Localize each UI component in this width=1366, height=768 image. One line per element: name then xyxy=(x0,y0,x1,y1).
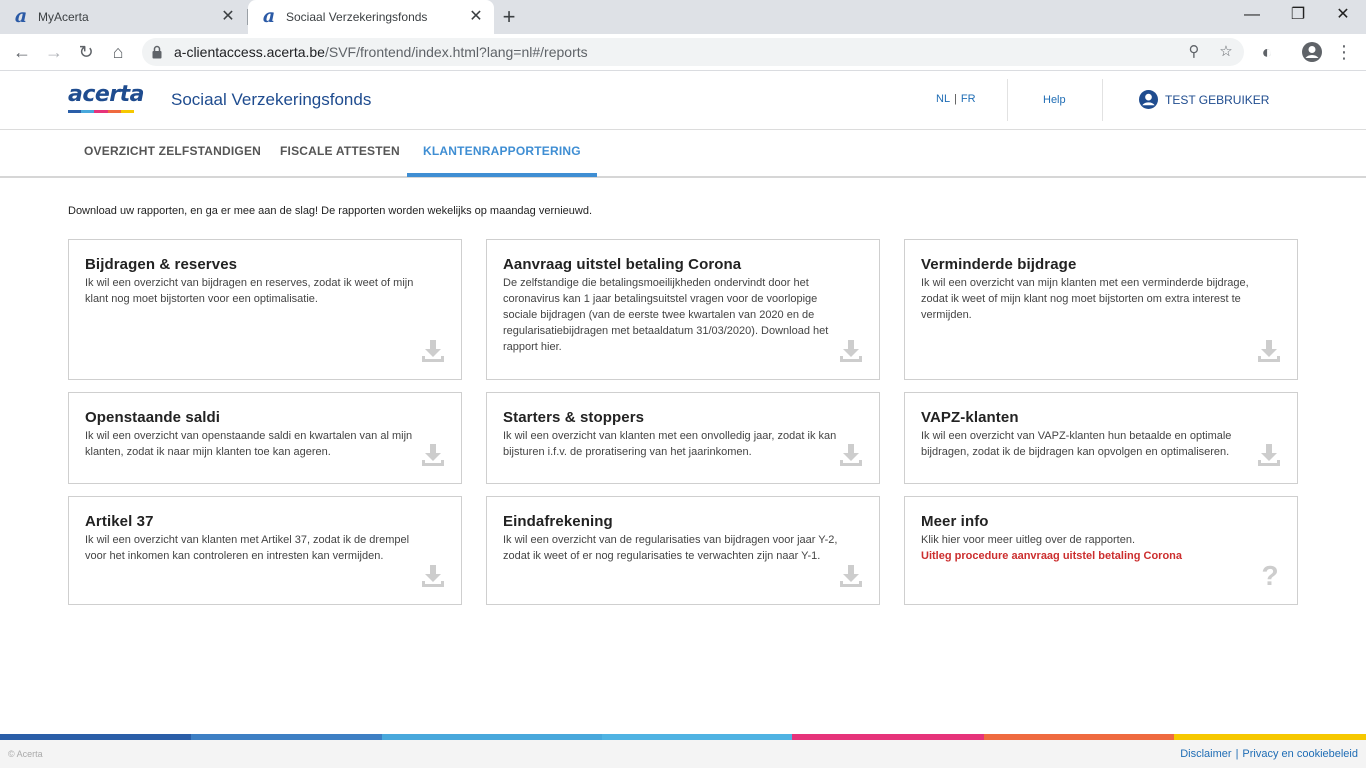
card-text: Ik wil een overzicht van mijn klanten me… xyxy=(921,277,1249,321)
browser-tab-title: MyAcerta xyxy=(38,10,89,24)
card-title: Aanvraag uitstel betaling Corona xyxy=(503,256,742,273)
card-text: Ik wil een overzicht van VAPZ-klanten hu… xyxy=(921,430,1232,458)
download-icon[interactable] xyxy=(1257,443,1281,467)
tab-overzicht-zelfstandigen[interactable]: OVERZICHT ZELFSTANDIGEN xyxy=(68,130,277,177)
url-text: a-clientaccess.acerta.be/SVF/frontend/in… xyxy=(174,44,588,60)
header-divider xyxy=(1007,79,1008,121)
download-icon[interactable] xyxy=(839,564,863,588)
intro-text: Download uw rapporten, en ga er mee aan … xyxy=(68,205,593,217)
tab-klantenrapportering[interactable]: KLANTENRAPPORTERING xyxy=(407,130,597,177)
privacy-link[interactable]: Privacy en cookiebeleid xyxy=(1242,748,1358,760)
help-link[interactable]: Help xyxy=(1043,94,1066,106)
report-card-artikel-37[interactable]: Artikel 37 Ik wil een overzicht van klan… xyxy=(68,496,462,605)
card-text: Ik wil een overzicht van de regularisati… xyxy=(503,534,838,562)
card-title: Artikel 37 xyxy=(85,513,154,530)
lang-nl-link[interactable]: NL xyxy=(936,93,950,105)
restore-icon[interactable]: ❐ xyxy=(1275,0,1321,30)
download-icon[interactable] xyxy=(839,339,863,363)
download-icon[interactable] xyxy=(421,339,445,363)
menu-kebab-icon[interactable]: ⋮ xyxy=(1330,38,1358,66)
card-title: Openstaande saldi xyxy=(85,409,221,426)
main-tabs: OVERZICHT ZELFSTANDIGEN FISCALE ATTESTEN… xyxy=(0,130,1366,178)
close-tab-icon[interactable]: ✕ xyxy=(216,5,240,29)
card-title: Starters & stoppers xyxy=(503,409,645,426)
lock-icon xyxy=(152,45,162,59)
card-text: Ik wil een overzicht van klanten met Art… xyxy=(85,534,410,562)
card-text: De zelfstandige die betalingsmoeilijkhed… xyxy=(503,277,829,353)
page-title: Sociaal Verzekeringsfonds xyxy=(171,90,372,109)
card-text: Klik hier voor meer uitleg over de rappo… xyxy=(921,534,1135,546)
acerta-logo[interactable]: acerta xyxy=(68,82,145,113)
report-card-vapz-klanten[interactable]: VAPZ-klanten Ik wil een overzicht van VA… xyxy=(904,392,1298,484)
reload-icon[interactable]: ↻ xyxy=(72,38,100,66)
close-tab-icon[interactable]: ✕ xyxy=(464,5,488,29)
info-card-meer-info: Meer info Klik hier voor meer uitleg ove… xyxy=(904,496,1298,605)
card-title: Bijdragen & reserves xyxy=(85,256,238,273)
user-name: TEST GEBRUIKER xyxy=(1165,92,1270,107)
copyright: © Acerta xyxy=(8,749,43,759)
report-card-verminderde-bijdrage[interactable]: Verminderde bijdrage Ik wil een overzich… xyxy=(904,239,1298,380)
acerta-a-icon: a xyxy=(14,5,28,27)
forward-icon[interactable]: → xyxy=(40,38,68,66)
user-menu[interactable]: TEST GEBRUIKER xyxy=(1139,90,1269,109)
lang-separator: | xyxy=(954,93,957,105)
download-icon[interactable] xyxy=(421,564,445,588)
report-card-openstaande-saldi[interactable]: Openstaande saldi Ik wil een overzicht v… xyxy=(68,392,462,484)
card-title: Meer info xyxy=(921,513,989,530)
download-icon[interactable] xyxy=(839,443,863,467)
minimize-icon[interactable]: — xyxy=(1229,0,1275,30)
report-card-uitstel-corona[interactable]: Aanvraag uitstel betaling Corona De zelf… xyxy=(486,239,880,380)
browser-tab-svf[interactable]: a Sociaal Verzekeringsfonds ✕ xyxy=(248,0,494,34)
header-divider xyxy=(1102,79,1103,121)
download-icon[interactable] xyxy=(421,443,445,467)
extension-icon[interactable]: ◐ xyxy=(1253,38,1281,66)
corona-procedure-link[interactable]: Uitleg procedure aanvraag uitstel betali… xyxy=(921,548,1257,564)
lang-fr-link[interactable]: FR xyxy=(961,93,976,105)
app-header: acerta Sociaal Verzekeringsfonds NL | FR H… xyxy=(0,71,1366,130)
new-tab-icon[interactable]: + xyxy=(496,5,522,29)
report-card-eindafrekening[interactable]: Eindafrekening Ik wil een overzicht van … xyxy=(486,496,880,605)
zoom-icon[interactable]: ⚲ xyxy=(1184,42,1204,62)
browser-tab-myacerta[interactable]: a MyAcerta ✕ xyxy=(0,0,246,34)
profile-icon[interactable] xyxy=(1302,42,1322,62)
home-icon[interactable]: ⌂ xyxy=(104,38,132,66)
download-icon[interactable] xyxy=(1257,339,1281,363)
report-card-starters-stoppers[interactable]: Starters & stoppers Ik wil een overzicht… xyxy=(486,392,880,484)
disclaimer-link[interactable]: Disclaimer xyxy=(1180,748,1231,760)
footer-links: Disclaimer | Privacy en cookiebeleid xyxy=(1180,748,1358,760)
footer: © Acerta Disclaimer | Privacy en cookiebel… xyxy=(0,740,1366,768)
close-window-icon[interactable]: ✕ xyxy=(1320,0,1366,30)
card-title: Verminderde bijdrage xyxy=(921,256,1077,273)
card-text: Ik wil een overzicht van bijdragen en re… xyxy=(85,277,414,305)
address-bar: ← → ↻ ⌂ a-clientaccess.acerta.be/SVF/fro… xyxy=(0,34,1366,71)
language-switch: NL | FR xyxy=(936,93,976,105)
back-icon[interactable]: ← xyxy=(8,38,36,66)
acerta-a-icon: a xyxy=(262,5,276,27)
report-card-bijdragen-reserves[interactable]: Bijdragen & reserves Ik wil een overzich… xyxy=(68,239,462,380)
footer-separator: | xyxy=(1235,748,1239,760)
browser-tab-title: Sociaal Verzekeringsfonds xyxy=(286,10,428,24)
browser-tab-bar: a MyAcerta ✕ a Sociaal Verzekeringsfonds… xyxy=(0,0,1366,34)
card-title: VAPZ-klanten xyxy=(921,409,1019,426)
url-input[interactable]: a-clientaccess.acerta.be/SVF/frontend/in… xyxy=(142,38,1244,66)
card-title: Eindafrekening xyxy=(503,513,613,530)
logo-text: acerta xyxy=(68,82,145,107)
user-avatar-icon xyxy=(1139,90,1158,109)
card-text: Ik wil een overzicht van openstaande sal… xyxy=(85,430,413,458)
card-text: Ik wil een overzicht van klanten met een… xyxy=(503,430,837,458)
star-icon[interactable]: ☆ xyxy=(1216,42,1236,62)
logo-stripe xyxy=(68,110,135,113)
question-mark-icon: ? xyxy=(1261,560,1279,591)
tab-fiscale-attesten[interactable]: FISCALE ATTESTEN xyxy=(264,130,416,177)
